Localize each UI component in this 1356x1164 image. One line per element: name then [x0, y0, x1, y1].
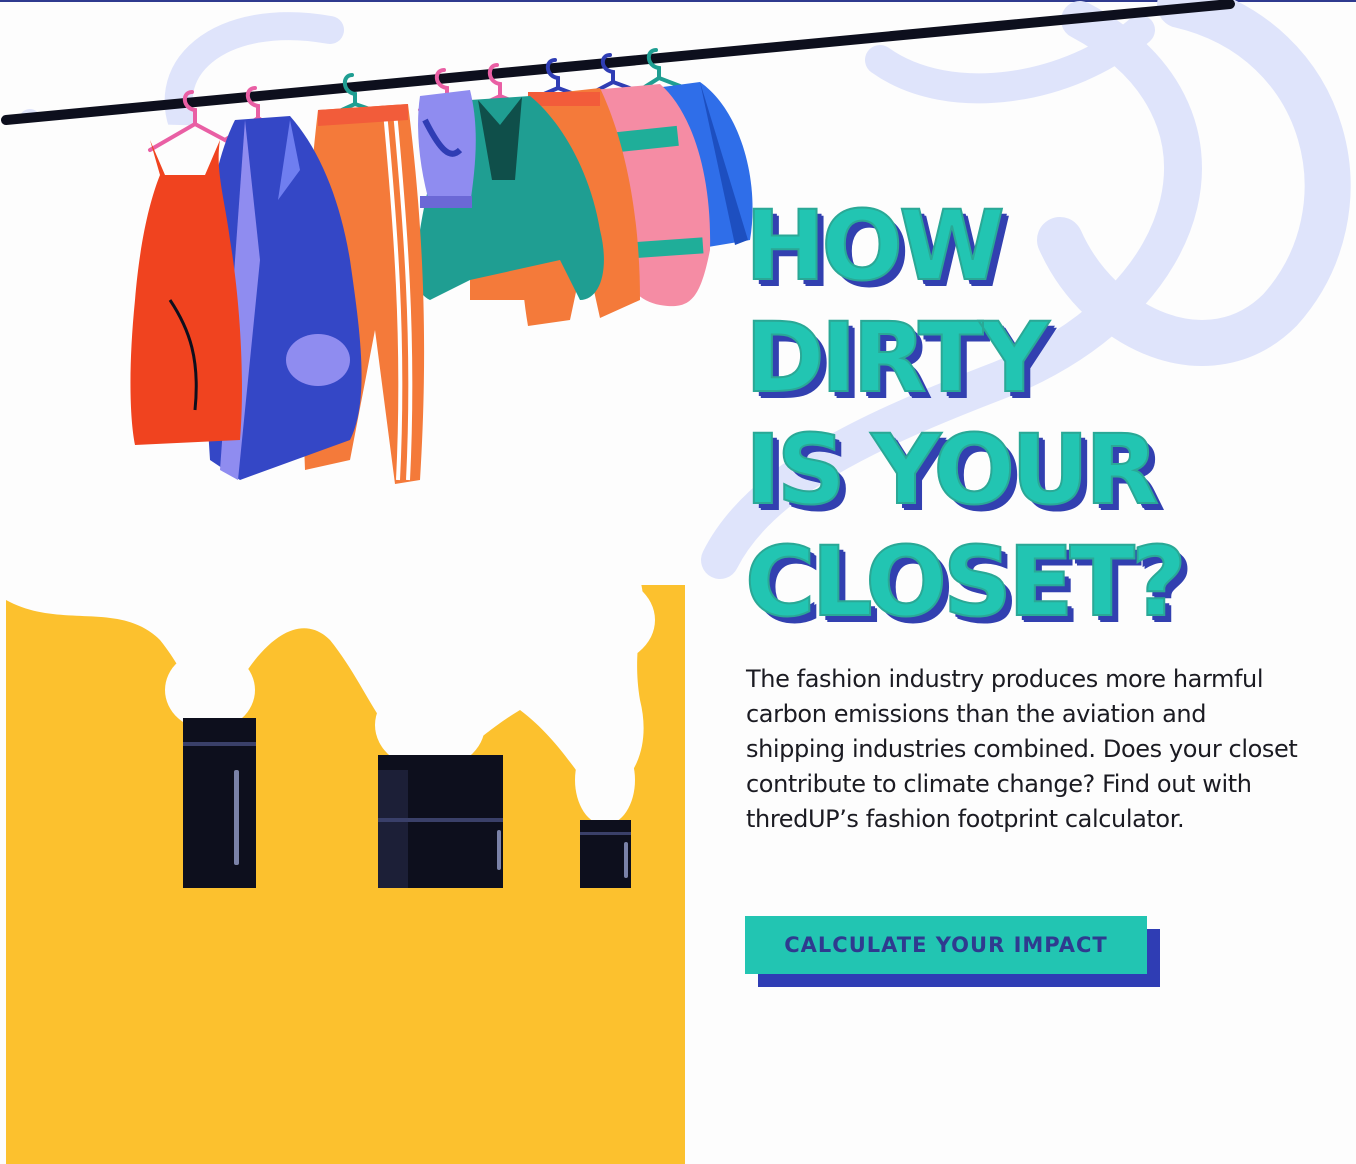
hero-title-line: DIRTY [744, 301, 1050, 415]
hero-description: The fashion industry produces more harmf… [746, 665, 1298, 833]
calculate-impact-button[interactable]: CALCULATE YOUR IMPACT [745, 916, 1147, 974]
hero-title-line: HOW [744, 189, 1006, 303]
hero-title-line: IS YOUR [744, 413, 1160, 527]
hero-title-line: CLOSET? [744, 525, 1188, 639]
hero-title: HOW DIRTY IS YOUR CLOSET? [744, 189, 1188, 639]
cta-container: CALCULATE YOUR IMPACT [745, 916, 1161, 988]
lavender-sweater [418, 90, 476, 205]
